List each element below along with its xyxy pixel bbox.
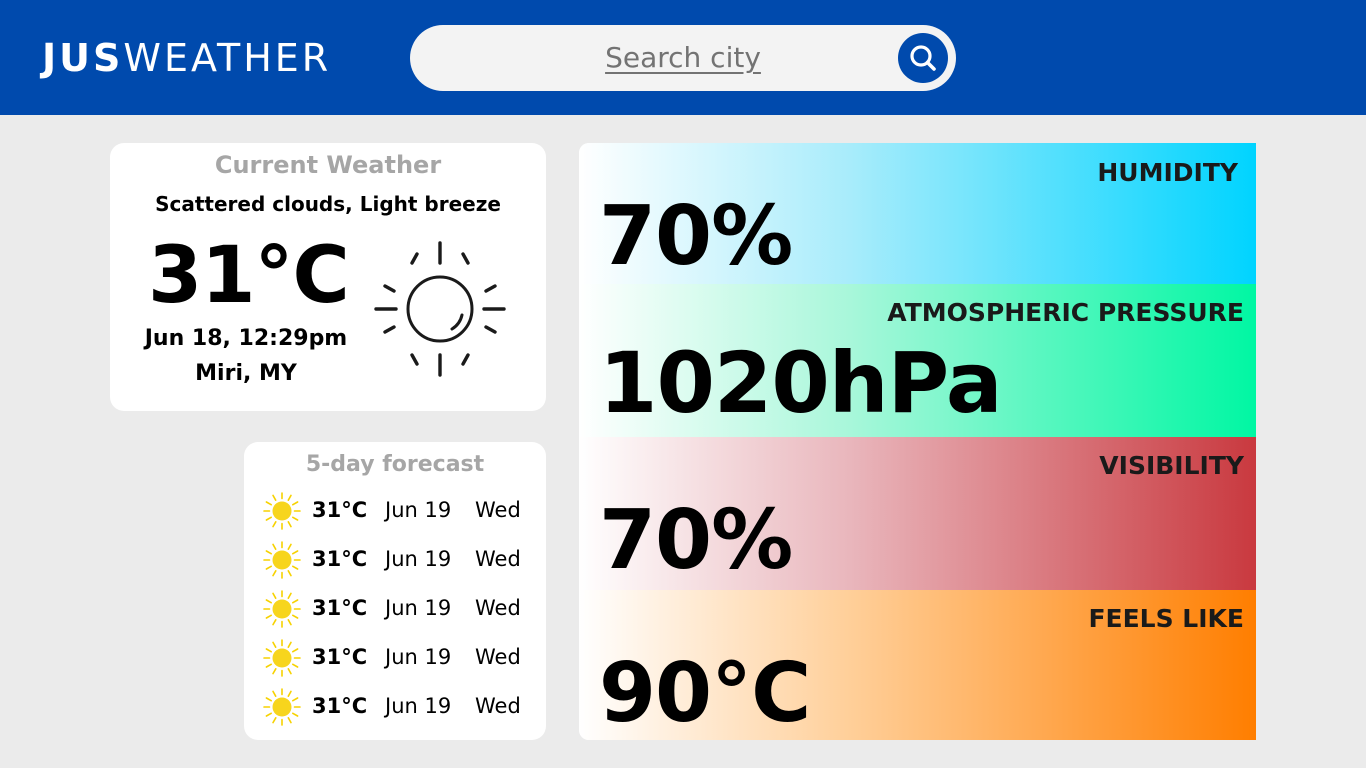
feels-like-value: 90°C [599,646,811,740]
forecast-row: 31°C Jun 19 Wed [244,490,546,530]
humidity-value: 70% [599,189,793,284]
sun-icon [263,590,301,628]
pressure-panel: ATMOSPHERIC PRESSURE 1020hPa [579,284,1256,437]
forecast-temp: 31°C [312,547,368,571]
current-location: Miri, MY [195,361,297,386]
feels-like-panel: FEELS LIKE 90°C [579,590,1256,740]
pressure-value: 1020hPa [599,334,1003,432]
forecast-weekday: Wed [475,596,521,620]
forecast-date: Jun 19 [385,596,452,620]
forecast-title: 5-day forecast [305,452,485,477]
search-button[interactable] [898,33,948,83]
forecast-weekday: Wed [475,694,521,718]
visibility-label: VISIBILITY [1099,451,1244,480]
visibility-value: 70% [599,493,793,588]
humidity-label: HUMIDITY [1097,158,1238,187]
sun-icon [263,492,301,530]
forecast-date: Jun 19 [385,645,452,669]
visibility-panel: VISIBILITY 70% [579,437,1256,590]
current-weather-card: Current Weather Scattered clouds, Light … [110,143,546,411]
logo-light-text: WEATHER [123,36,332,80]
current-weather-title: Current Weather [214,151,442,179]
search-bar[interactable]: Search city [410,25,956,91]
sun-outline-icon [374,241,506,377]
pressure-label: ATMOSPHERIC PRESSURE [887,298,1244,327]
forecast-temp: 31°C [312,596,368,620]
forecast-temp: 31°C [312,694,368,718]
forecast-date: Jun 19 [385,498,452,522]
forecast-temp: 31°C [312,645,368,669]
forecast-date: Jun 19 [385,547,452,571]
current-temperature: 31°C [148,231,350,321]
forecast-row: 31°C Jun 19 Wed [244,588,546,628]
forecast-card: 5-day forecast 31°C Jun 19 Wed 31°C Jun 19 We… [244,442,546,740]
app-header: JUSWEATHER Search city [0,0,1366,115]
current-datetime: Jun 18, 12:29pm [144,326,348,351]
forecast-temp: 31°C [312,498,368,522]
logo-bold-text: JUS [42,36,124,80]
forecast-row: 31°C Jun 19 Wed [244,686,546,726]
forecast-row: 31°C Jun 19 Wed [244,637,546,677]
search-icon [910,45,936,71]
forecast-row: 31°C Jun 19 Wed [244,539,546,579]
search-input[interactable]: Search city [410,25,956,91]
forecast-weekday: Wed [475,645,521,669]
sun-icon [263,688,301,726]
stats-panel: HUMIDITY 70% ATMOSPHERIC PRESSURE 1020hP… [579,143,1256,740]
humidity-panel: HUMIDITY 70% [579,143,1256,284]
sun-icon [263,541,301,579]
feels-like-label: FEELS LIKE [1088,604,1244,633]
forecast-weekday: Wed [475,498,521,522]
weather-description: Scattered clouds, Light breeze [155,192,501,216]
app-logo[interactable]: JUSWEATHER [42,36,331,80]
sun-icon [263,639,301,677]
forecast-date: Jun 19 [385,694,452,718]
forecast-weekday: Wed [475,547,521,571]
